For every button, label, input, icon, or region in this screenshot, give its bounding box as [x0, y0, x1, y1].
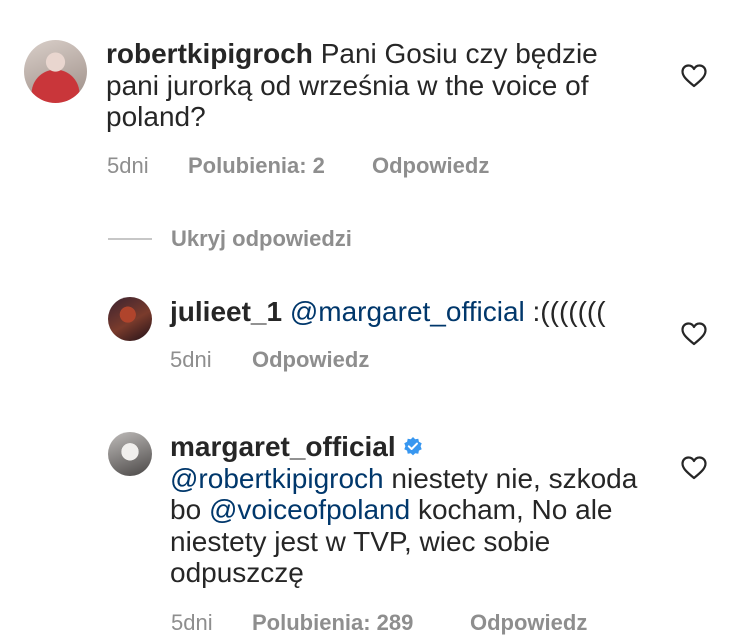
comment-username[interactable]: julieet_1: [170, 296, 282, 327]
comment-likes-link[interactable]: Polubienia: 289: [252, 610, 470, 636]
heart-outline-icon[interactable]: [681, 322, 707, 346]
comment-meta: 5dni Polubienia: 289 Odpowiedz: [171, 610, 587, 636]
hide-replies-button[interactable]: Ukryj odpowiedzi: [108, 226, 352, 252]
comment-time[interactable]: 5dni: [107, 153, 188, 179]
reply-button[interactable]: Odpowiedz: [470, 610, 587, 636]
avatar-robertkipigroch[interactable]: [24, 40, 87, 103]
comment-meta: 5dni Polubienia: 2 Odpowiedz: [107, 153, 489, 179]
reply-button[interactable]: Odpowiedz: [372, 153, 489, 179]
comment-mention[interactable]: @robertkipigroch: [170, 463, 384, 494]
comment-mention[interactable]: @voiceofpoland: [209, 494, 410, 525]
comment-username[interactable]: margaret_official: [170, 431, 396, 462]
comment-meta: 5dni Odpowiedz: [170, 347, 369, 373]
comment-body: margaret_official @robertkipigroch nieste…: [170, 431, 650, 589]
reply-button[interactable]: Odpowiedz: [252, 347, 369, 373]
comment-body: julieet_1 @margaret_official :(((((((: [170, 296, 650, 328]
verified-badge-icon: [403, 437, 422, 456]
avatar-margaret-official[interactable]: [108, 432, 152, 476]
heart-outline-icon[interactable]: [681, 456, 707, 480]
comment-mention[interactable]: @margaret_official: [290, 296, 525, 327]
avatar-julieet-1[interactable]: [108, 297, 152, 341]
comment-body: robertkipigroch Pani Gosiu czy będzie pa…: [106, 38, 646, 133]
comment-username[interactable]: robertkipigroch: [106, 38, 313, 69]
comment-likes-link[interactable]: Polubienia: 2: [188, 153, 372, 179]
hide-replies-label: Ukryj odpowiedzi: [171, 226, 352, 251]
comment-time[interactable]: 5dni: [171, 610, 252, 636]
comment-time[interactable]: 5dni: [170, 347, 252, 373]
heart-outline-icon[interactable]: [681, 64, 707, 88]
comment-text: :(((((((: [524, 296, 606, 327]
divider-line: [108, 238, 152, 240]
